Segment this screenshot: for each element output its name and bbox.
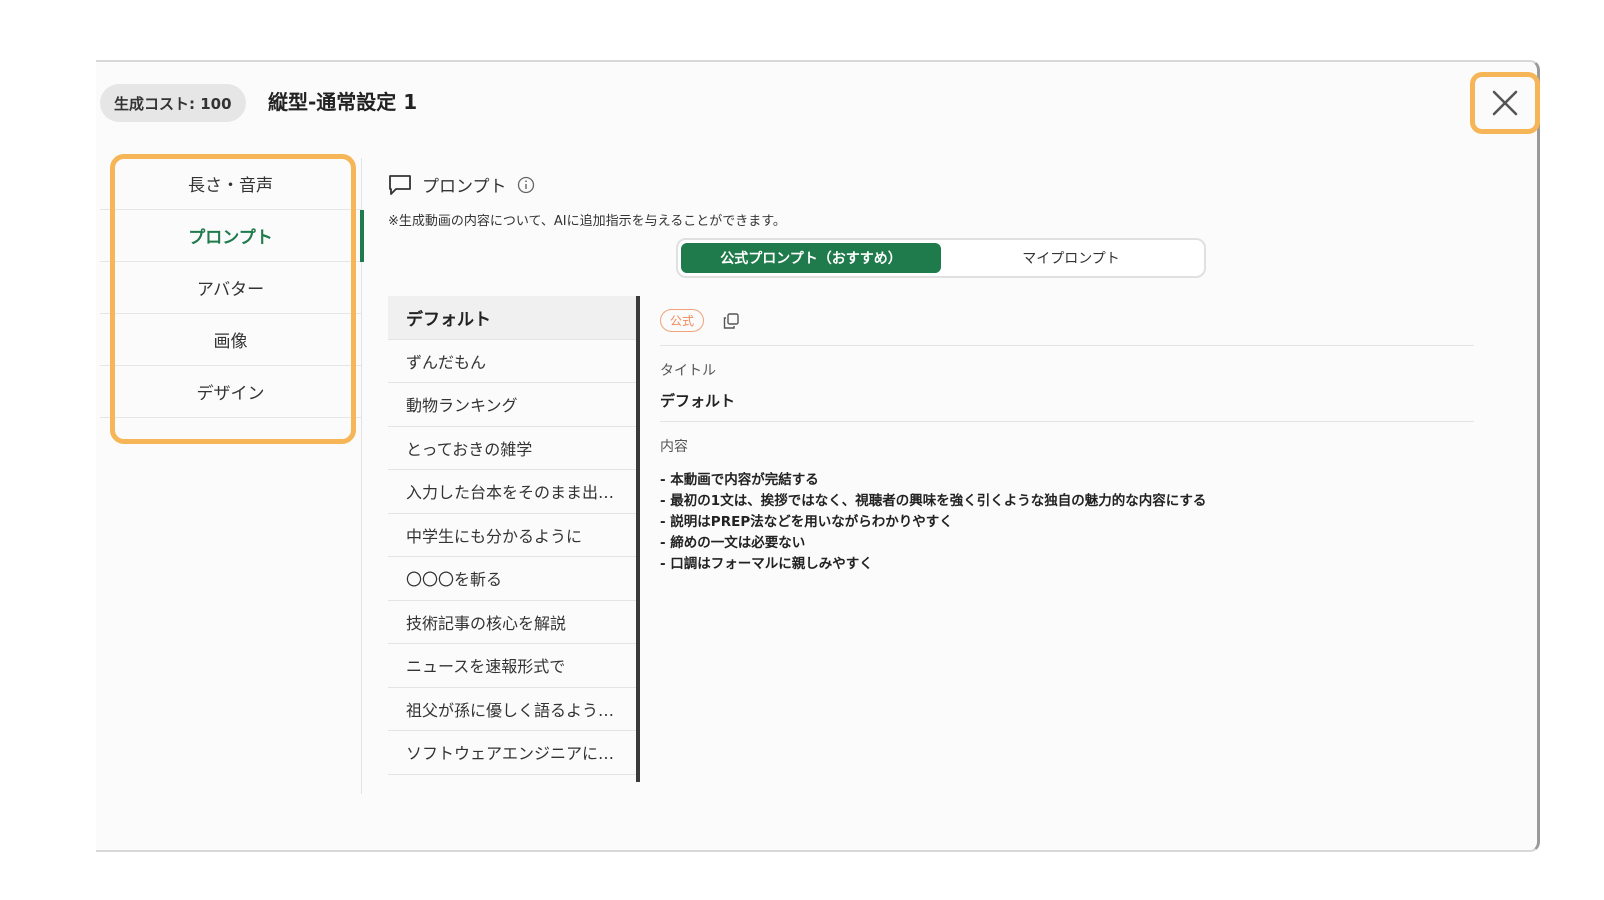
settings-modal: 生成コスト: 100 縦型-通常設定 1 長さ・音声 プロンプト アバター 画像… [96,60,1540,852]
list-item[interactable]: 〇〇〇を斬る [388,557,636,601]
section-note: ※生成動画の内容について、AIに追加指示を与えることができます。 [388,214,786,229]
copy-icon[interactable] [722,312,740,330]
list-item[interactable]: ニュースを速報形式で [388,644,636,688]
title-label: タイトル [660,363,716,379]
list-item[interactable]: 技術記事の核心を解説 [388,601,636,644]
list-item[interactable]: ソフトウェアエンジニアに… [388,731,636,775]
list-item[interactable]: ずんだもん [388,340,636,383]
sidebar-item-image[interactable]: 画像 [100,314,361,366]
tab-my-prompt[interactable]: マイプロンプト [941,243,1201,273]
content-line: - 最初の1文は、挨拶ではなく、視聴者の興味を強く引くような独自の魅力的な内容に… [660,493,1207,509]
content-line: - 説明はPREP法などを用いながらわかりやすく [660,514,953,530]
close-icon [1492,90,1518,116]
sidebar-item-design[interactable]: デザイン [100,366,361,418]
title-value: デフォルト [660,390,1474,422]
list-item[interactable]: 祖父が孫に優しく語るよう… [388,688,636,731]
content-line: - 締めの一文は必要ない [660,535,806,551]
detail-toolbar: 公式 [660,296,1474,346]
list-item[interactable]: 入力した台本をそのまま出… [388,470,636,514]
content-line: - 口調はフォーマルに親しみやすく [660,556,873,572]
chat-bubble-icon [389,174,411,195]
list-item[interactable]: デフォルト [388,296,636,340]
list-item[interactable]: 中学生にも分かるように [388,514,636,557]
sidebar-item-prompt[interactable]: プロンプト [100,210,364,262]
prompt-list: デフォルト ずんだもん 動物ランキング とっておきの雑学 入力した台本をそのまま… [388,296,640,782]
content-label: 内容 [660,439,688,455]
sidebar-item-avatar[interactable]: アバター [100,262,361,314]
settings-sidebar: 長さ・音声 プロンプト アバター 画像 デザイン [100,158,364,794]
content-body: - 本動画で内容が完結する - 最初の1文は、挨拶ではなく、視聴者の興味を強く引… [660,470,1474,575]
tab-official-prompt[interactable]: 公式プロンプト（おすすめ） [681,243,941,273]
prompt-type-toggle: 公式プロンプト（おすすめ） マイプロンプト [676,238,1206,278]
list-item[interactable]: とっておきの雑学 [388,427,636,470]
prompt-detail: 公式 タイトル デフォルト 内容 - 本動画で内容が完結する - 最初の1文は、… [660,296,1474,575]
list-item[interactable]: 動物ランキング [388,383,636,427]
prompt-panel: プロンプト ※生成動画の内容について、AIに追加指示を与えることができます。 公… [388,158,1508,838]
close-button[interactable] [1470,72,1540,134]
content-line: - 本動画で内容が完結する [660,472,819,488]
section-title: プロンプト [422,177,507,197]
section-header: プロンプト [388,172,535,197]
official-badge: 公式 [660,309,705,332]
cost-badge: 生成コスト: 100 [100,84,246,122]
modal-title: 縦型-通常設定 1 [268,90,418,114]
sidebar-item-length-voice[interactable]: 長さ・音声 [100,158,361,210]
info-icon[interactable] [517,176,535,194]
